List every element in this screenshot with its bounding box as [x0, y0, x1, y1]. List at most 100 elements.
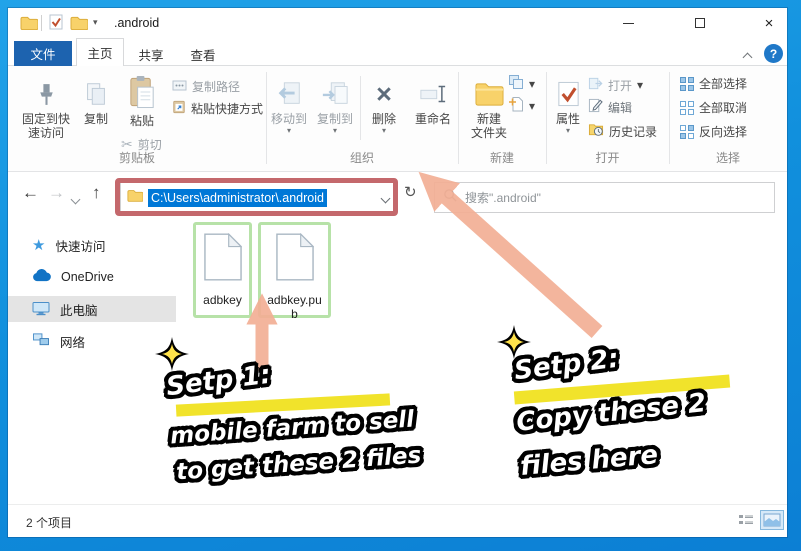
collapse-ribbon-button[interactable]	[744, 48, 751, 66]
copy-to-icon	[321, 72, 349, 108]
rename-button[interactable]: 重命名	[406, 72, 460, 126]
list-view-icon	[738, 513, 754, 527]
new-folder-icon	[474, 72, 505, 108]
close-icon: ×	[765, 16, 774, 31]
copy-button[interactable]: 复制	[76, 72, 116, 126]
open-button[interactable]: 打开 ▾	[588, 76, 643, 94]
paste-button[interactable]: 粘贴	[116, 70, 168, 128]
network-icon	[32, 332, 50, 350]
maximize-button[interactable]	[679, 8, 721, 38]
pin-to-quick-access-button[interactable]: 固定到快 速访问	[16, 72, 76, 140]
chevron-down-icon	[71, 195, 81, 205]
help-button[interactable]: ?	[764, 44, 783, 63]
dropdown-arrow-icon: ▾	[382, 127, 386, 135]
properties-quick-icon[interactable]	[48, 14, 64, 35]
tab-view[interactable]: 查看	[180, 43, 226, 65]
file-icon	[276, 233, 314, 286]
dropdown-arrow-icon: ▾	[529, 77, 535, 91]
history-button[interactable]: 历史记录	[588, 122, 657, 140]
open-icon	[588, 76, 603, 94]
minimize-button[interactable]	[607, 8, 649, 38]
star-icon: ★	[32, 236, 45, 254]
dropdown-arrow-icon: ▾	[529, 99, 535, 113]
easy-access-icon	[508, 74, 524, 93]
close-button[interactable]: ×	[748, 8, 790, 38]
delete-button[interactable]: × 删除 ▾	[362, 72, 406, 135]
chevron-up-icon	[743, 53, 753, 63]
new-item-icon	[508, 96, 524, 115]
item-count: 2 个项目	[26, 514, 72, 531]
title-bar: ▾ .android ×	[8, 8, 787, 38]
dropdown-arrow-icon: ▾	[566, 127, 570, 135]
copy-to-button[interactable]: 复制到 ▾	[311, 72, 359, 135]
clipboard-icon	[126, 70, 159, 110]
search-icon	[443, 188, 458, 208]
copy-path-icon	[172, 79, 187, 95]
invert-selection-icon	[680, 125, 694, 139]
group-label-organize: 组织	[266, 149, 458, 166]
status-bar: 2 个项目	[8, 504, 787, 537]
ribbon-tabs: 文件 主页 共享 查看 ?	[8, 38, 787, 66]
group-label-select: 选择	[669, 149, 787, 166]
move-to-icon	[275, 72, 303, 108]
file-item-adbkey[interactable]: adbkey	[193, 222, 252, 318]
details-view-button[interactable]	[734, 510, 758, 530]
copy-icon	[82, 72, 110, 108]
maximize-icon	[695, 18, 705, 28]
group-separator	[360, 76, 361, 140]
paste-shortcut-button[interactable]: 粘贴快捷方式	[172, 99, 263, 117]
edit-button[interactable]: 编辑	[588, 98, 632, 116]
thumbnail-view-button[interactable]	[760, 510, 784, 530]
minimize-icon	[623, 23, 634, 24]
file-item-adbkey-pub[interactable]: adbkey.pub	[258, 222, 331, 318]
group-label-open: 打开	[546, 149, 669, 166]
new-item-button[interactable]: ▾	[508, 96, 535, 115]
cloud-icon	[32, 269, 51, 285]
file-icon	[204, 233, 242, 286]
refresh-button[interactable]: ↻	[404, 183, 417, 201]
group-label-new: 新建	[458, 149, 546, 166]
select-all-button[interactable]: 全部选择	[680, 75, 747, 92]
dropdown-arrow-icon: ▾	[637, 78, 643, 92]
sparkle-icon	[154, 336, 190, 372]
tab-share[interactable]: 共享	[128, 43, 174, 65]
back-button[interactable]: ←	[22, 183, 39, 203]
invert-selection-button[interactable]: 反向选择	[680, 123, 747, 140]
properties-check-icon	[555, 72, 582, 108]
qat-separator	[41, 15, 42, 31]
select-none-icon	[680, 101, 694, 115]
tab-home[interactable]: 主页	[76, 38, 124, 66]
rename-icon	[419, 72, 447, 108]
history-icon	[588, 122, 604, 140]
copy-path-button[interactable]: 复制路径	[172, 78, 240, 95]
annotation-red-box-address-bar	[115, 178, 398, 216]
pushpin-icon	[33, 72, 60, 108]
file-name: adbkey.pub	[263, 293, 327, 321]
sidebar-item-quick-access[interactable]: ★ 快速访问	[8, 232, 176, 258]
folder-icon[interactable]	[70, 16, 88, 35]
tab-file[interactable]: 文件	[14, 41, 72, 66]
select-none-button[interactable]: 全部取消	[680, 99, 747, 116]
easy-access-button[interactable]: ▾	[508, 74, 535, 93]
window-title: .android	[114, 16, 159, 30]
sidebar-item-network[interactable]: 网络	[8, 328, 176, 354]
group-label-clipboard: 剪贴板	[8, 149, 266, 166]
properties-button[interactable]: 属性 ▾	[548, 72, 588, 135]
sidebar-item-this-pc[interactable]: 此电脑	[8, 296, 176, 322]
folder-icon[interactable]	[20, 16, 38, 35]
file-name: adbkey	[201, 293, 244, 307]
thumbnail-view-icon	[763, 513, 781, 527]
sidebar-item-onedrive[interactable]: OneDrive	[8, 264, 176, 290]
recent-locations-button[interactable]	[72, 190, 79, 208]
search-input[interactable]	[465, 191, 755, 205]
forward-button[interactable]: →	[48, 183, 65, 203]
dropdown-arrow-icon: ▾	[287, 127, 291, 135]
up-button[interactable]: ↑	[92, 183, 101, 203]
delete-x-icon: ×	[376, 72, 392, 108]
edit-icon	[588, 98, 603, 116]
paste-shortcut-icon	[172, 99, 186, 117]
computer-icon	[32, 300, 50, 319]
qat-dropdown-icon[interactable]: ▾	[93, 17, 98, 28]
ribbon: 固定到快 速访问 复制 粘贴 ✂ 剪切 复制路径 粘贴快捷方式 剪贴板 移动到 …	[8, 66, 787, 172]
move-to-button[interactable]: 移动到 ▾	[265, 72, 313, 135]
